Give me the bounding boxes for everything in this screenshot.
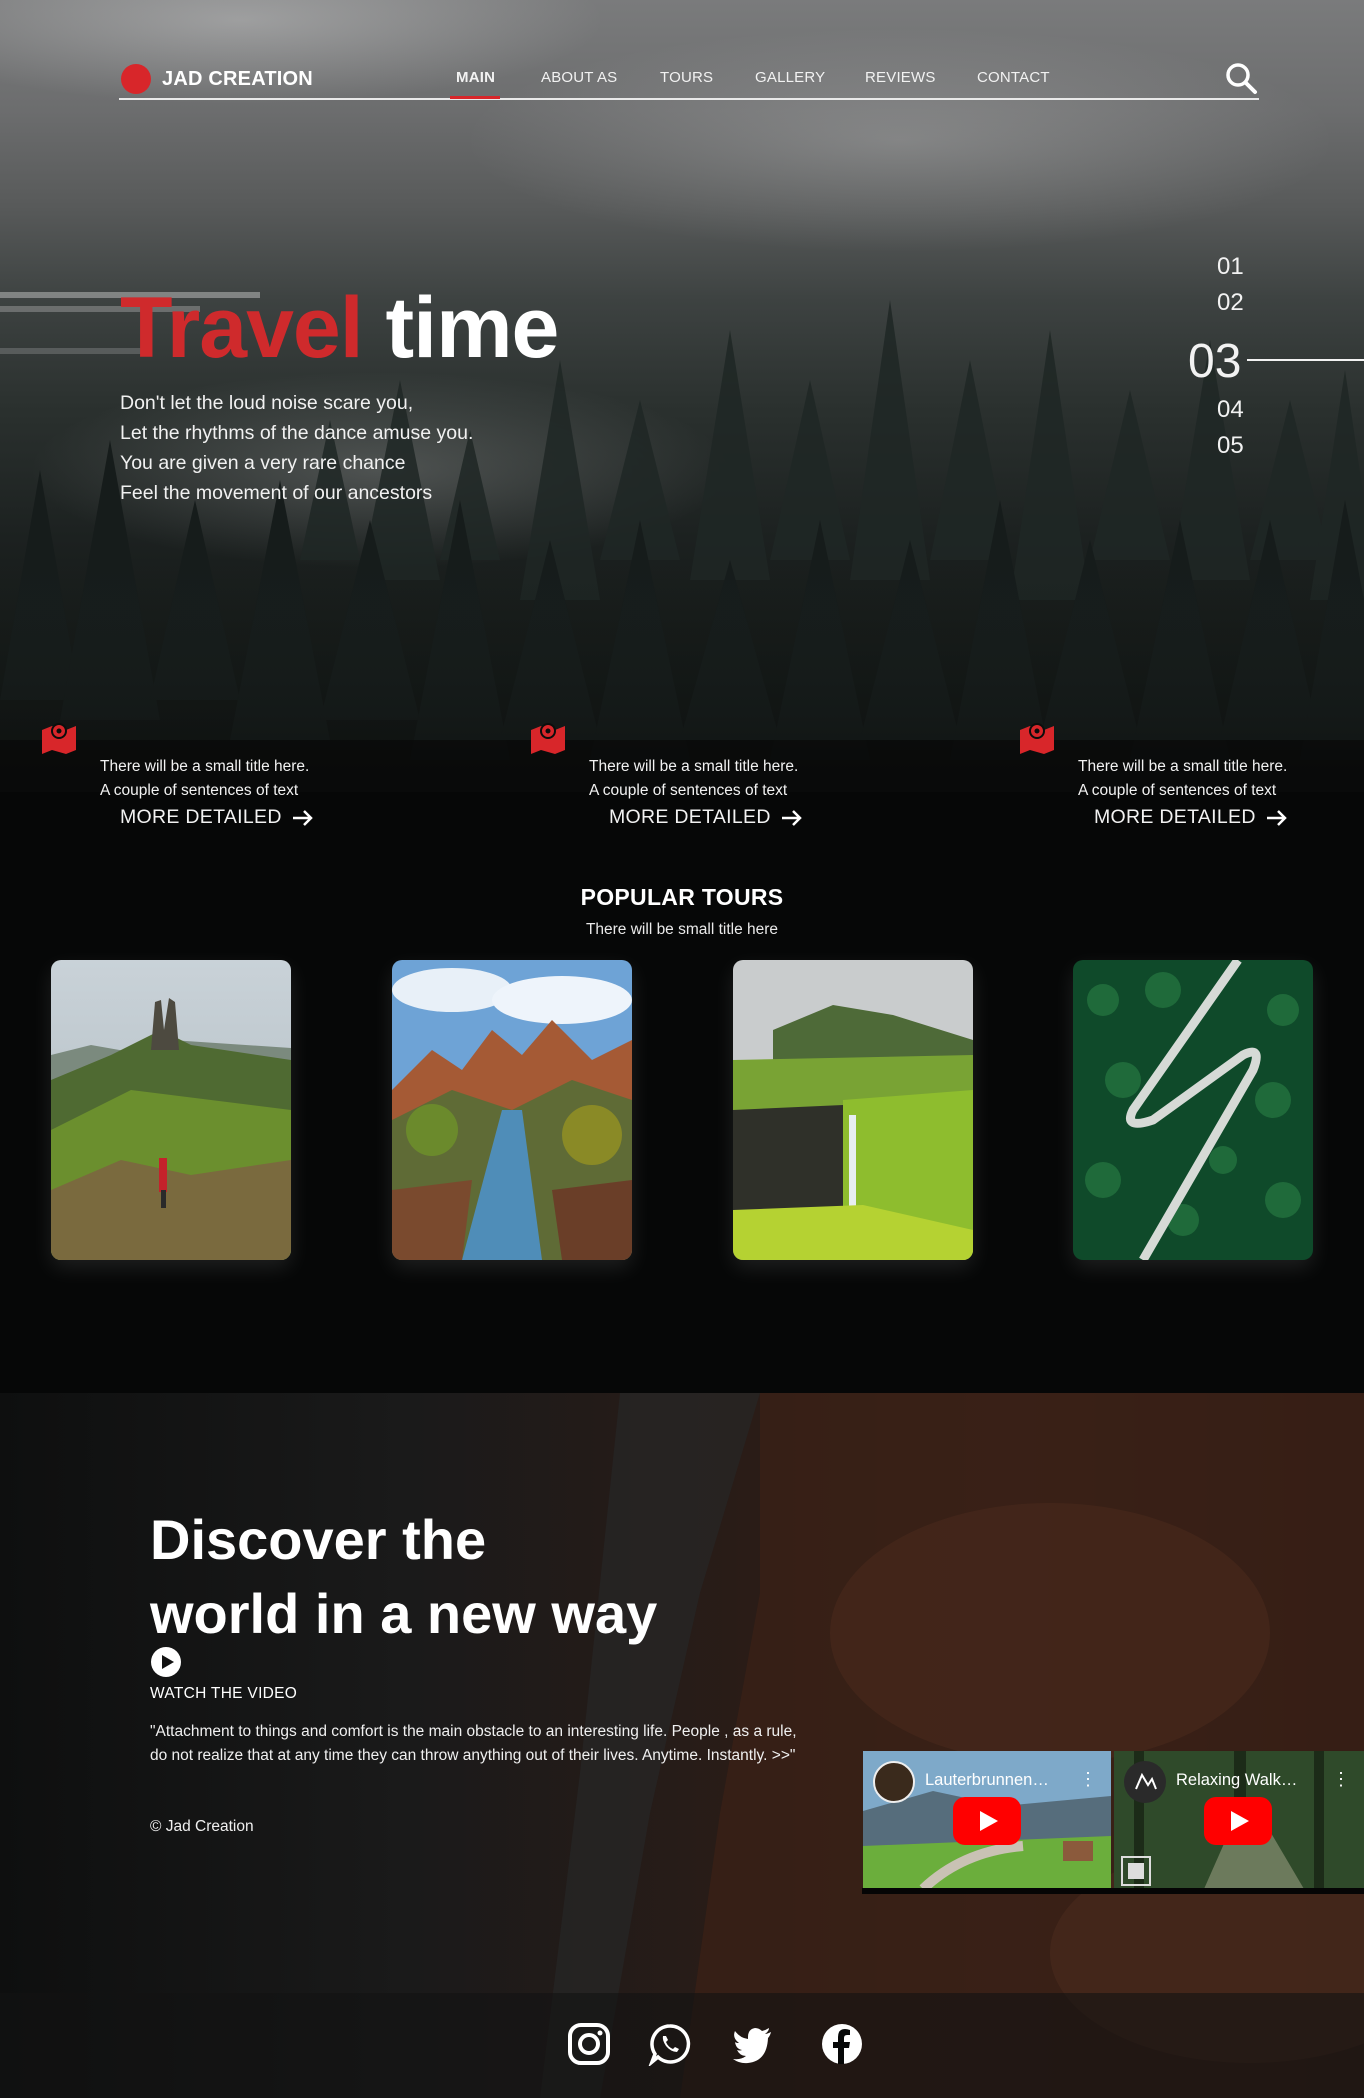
arrow-right-icon [292,809,313,826]
map-pin-icon [531,723,565,754]
main-navbar: JAD CREATION MAIN ABOUT AS TOURS GALLERY… [119,56,1259,100]
hero-title: Travel time [120,278,560,378]
arrow-right-icon [1266,809,1287,826]
nav-tours[interactable]: TOURS [660,69,713,86]
discover-title-line: Discover the [150,1508,487,1571]
nav-gallery[interactable]: GALLERY [755,69,825,86]
more-detailed-label: MORE DETAILED [1094,806,1256,828]
slide-number-05[interactable]: 05 [1217,432,1244,460]
arrow-right-icon [781,809,802,826]
discover-quote: "Attachment to things and comfort is the… [150,1723,797,1764]
feature-title: There will be a small title here. [1078,758,1288,775]
4k-badge-icon [1121,1856,1151,1886]
video-thumbnail[interactable]: Relaxing Walk… ⋮ [1114,1751,1364,1889]
more-detailed-label: MORE DETAILED [609,806,771,828]
video-title[interactable]: Relaxing Walk… [1176,1771,1336,1790]
section-title: POPULAR TOURS [580,884,784,910]
hero-line: Let the rhythms of the dance amuse you. [120,422,474,444]
slide-number-04[interactable]: 04 [1217,396,1244,424]
section-subtitle: There will be small title here [585,921,779,938]
active-slide-line [1247,359,1364,361]
tour-card[interactable] [733,960,973,1260]
feature-item: There will be a small title here. A coup… [529,720,829,835]
discover-title-line: world in a new way [150,1582,658,1645]
tour-image-forest-road [1073,960,1313,1260]
search-icon[interactable] [1223,60,1259,96]
feature-title: There will be a small title here. [100,758,310,775]
more-detailed-link[interactable]: MORE DETAILED [120,806,314,829]
video-strip-shadow [862,1888,1364,1894]
tour-card[interactable] [1073,960,1313,1260]
feature-text: A couple of sentences of text [1078,782,1277,799]
discover-title: Discover the world in a new way [150,1503,850,1651]
discover-section: Discover the world in a new way WATCH TH… [0,1393,1364,2098]
slide-number-03[interactable]: 03 [1188,334,1241,389]
video-thumbnail[interactable]: Lauterbrunnen… ⋮ [863,1751,1111,1889]
hero-line: Feel the movement of our ancestors [120,482,433,504]
hero-title-accent: Travel [120,280,364,376]
nav-about[interactable]: ABOUT AS [541,69,617,86]
hero-line: You are given a very rare chance [120,452,406,474]
hero-title-main: time [385,280,560,376]
whatsapp-icon[interactable] [648,2022,692,2066]
map-pin-icon [1020,723,1054,754]
feature-text: A couple of sentences of text [589,782,788,799]
feature-text: A couple of sentences of text [100,782,299,799]
hero-description: Don't let the loud noise scare you, Let … [120,388,473,508]
more-detailed-link[interactable]: MORE DETAILED [1094,806,1288,829]
more-options-icon[interactable]: ⋮ [1079,1769,1097,1790]
channel-avatar[interactable] [873,1761,915,1803]
nav-reviews[interactable]: REVIEWS [865,69,936,86]
youtube-play-icon[interactable] [953,1797,1021,1845]
channel-logo-icon [1135,1773,1157,1790]
more-options-icon[interactable]: ⋮ [1332,1769,1350,1790]
instagram-icon[interactable] [567,2022,611,2066]
hero-section: JAD CREATION MAIN ABOUT AS TOURS GALLERY… [0,0,1364,792]
more-detailed-label: MORE DETAILED [120,806,282,828]
nav-contact[interactable]: CONTACT [977,69,1050,86]
feature-title: There will be a small title here. [589,758,799,775]
feature-item: There will be a small title here. A coup… [1018,720,1318,835]
watch-video-link[interactable]: WATCH THE VIDEO [150,1685,297,1703]
nav-main[interactable]: MAIN [456,69,495,86]
tour-card[interactable] [392,960,632,1260]
feature-item: There will be a small title here. A coup… [40,720,340,835]
tour-image-mountain [51,960,291,1260]
facebook-icon[interactable] [820,2022,864,2066]
tour-image-canyon-river [392,960,632,1260]
play-icon[interactable] [150,1646,182,1678]
more-detailed-link[interactable]: MORE DETAILED [609,806,803,829]
active-nav-indicator [450,96,500,99]
map-pin-icon [42,723,76,754]
slide-number-01[interactable]: 01 [1217,253,1244,281]
slide-number-02[interactable]: 02 [1217,289,1244,317]
logo-text[interactable]: JAD CREATION [162,68,313,91]
tour-card[interactable] [51,960,291,1260]
hero-line: Don't let the loud noise scare you, [120,392,414,414]
twitter-icon[interactable] [731,2022,775,2066]
copyright: © Jad Creation [150,1818,254,1835]
logo-dot[interactable] [121,64,151,94]
youtube-play-icon[interactable] [1204,1797,1272,1845]
tour-image-waterfall [733,960,973,1260]
video-title[interactable]: Lauterbrunnen… [925,1771,1085,1790]
